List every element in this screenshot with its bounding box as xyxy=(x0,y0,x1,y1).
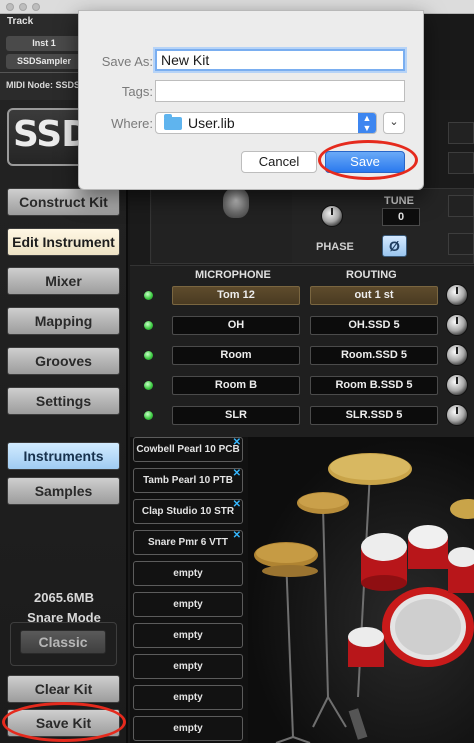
slot-label: Snare Pmr 6 VTT xyxy=(147,537,229,548)
instrument-slot[interactable]: empty xyxy=(133,654,243,679)
zoom-window-icon[interactable] xyxy=(32,3,40,11)
clear-kit-button[interactable]: Clear Kit xyxy=(7,675,120,703)
mic-routing-field[interactable]: SLR.SSD 5 xyxy=(310,406,438,425)
side-slot xyxy=(448,233,474,255)
mic-name-field[interactable]: OH xyxy=(172,316,300,335)
microphone-header: MICROPHONE xyxy=(195,269,271,281)
mic-volume-knob[interactable] xyxy=(446,344,468,366)
instrument-slot[interactable]: Cowbell Pearl 10 PCB ✕ xyxy=(133,437,243,462)
mic-volume-knob[interactable] xyxy=(446,374,468,396)
save-as-field[interactable]: New Kit xyxy=(155,49,405,71)
app-window: Track Inst 1 SSDSampler MIDI Node: SSDS … xyxy=(0,0,474,743)
save-button-highlight-ring xyxy=(318,140,418,180)
mic-name-field[interactable]: Room B xyxy=(172,376,300,395)
instrument-slot[interactable]: Tamb Pearl 10 PTB ✕ xyxy=(133,468,243,493)
remove-slot-icon[interactable]: ✕ xyxy=(233,531,241,541)
mic-volume-knob[interactable] xyxy=(446,284,468,306)
mic-name-field[interactable]: Room xyxy=(172,346,300,365)
instrument-slot[interactable]: empty xyxy=(133,685,243,710)
mic-enabled-led[interactable] xyxy=(144,321,153,330)
main-panel: R TUNE 0 PHASE Ø MICROPHONE ROUTING Tom … xyxy=(130,100,474,743)
side-slot xyxy=(448,195,474,217)
midi-node-label: MIDI Node: SSDS xyxy=(6,80,81,90)
snare-mode-button[interactable]: Classic xyxy=(20,630,106,654)
tune-label: TUNE xyxy=(384,195,414,207)
track-instrument-field[interactable]: Inst 1 xyxy=(6,36,82,51)
mic-enabled-led[interactable] xyxy=(144,411,153,420)
instrument-slot[interactable]: empty xyxy=(133,592,243,617)
tune-value[interactable]: 0 xyxy=(382,208,420,226)
where-value: User.lib xyxy=(188,115,235,131)
mic-routing-field[interactable]: OH.SSD 5 xyxy=(310,316,438,335)
expand-chevron-icon[interactable]: ⌄ xyxy=(383,112,405,134)
instrument-slot[interactable]: empty xyxy=(133,716,243,741)
slot-label: Cowbell Pearl 10 PCB xyxy=(136,444,240,455)
tags-field[interactable] xyxy=(155,80,405,102)
mic-name-field[interactable]: SLR xyxy=(172,406,300,425)
stepper-chevron-icon: ▲ ▼ xyxy=(358,113,376,133)
instrument-slot[interactable]: empty xyxy=(133,623,243,648)
side-slot xyxy=(448,152,474,174)
track-inspector: Track Inst 1 SSDSampler MIDI Node: SSDS xyxy=(0,14,82,100)
memory-usage: 2065.6MB xyxy=(34,590,94,605)
close-window-icon[interactable] xyxy=(6,3,14,11)
minimize-window-icon[interactable] xyxy=(19,3,27,11)
remove-slot-icon[interactable]: ✕ xyxy=(233,469,241,479)
tune-knob[interactable] xyxy=(321,205,343,227)
mic-enabled-led[interactable] xyxy=(144,381,153,390)
instrument-slot[interactable]: Snare Pmr 6 VTT ✕ xyxy=(133,530,243,555)
instrument-slot[interactable]: Clap Studio 10 STR ✕ xyxy=(133,499,243,524)
mixer-button[interactable]: Mixer xyxy=(7,267,120,295)
side-slot xyxy=(448,122,474,144)
instrument-slot[interactable]: empty xyxy=(133,561,243,586)
cancel-button[interactable]: Cancel xyxy=(241,151,317,173)
remove-slot-icon[interactable]: ✕ xyxy=(233,500,241,510)
phase-label: PHASE xyxy=(316,241,354,253)
mic-enabled-led[interactable] xyxy=(144,291,153,300)
routing-header: ROUTING xyxy=(346,269,397,281)
drum-kit-view[interactable] xyxy=(248,437,474,743)
instrument-preview xyxy=(152,188,292,263)
mic-volume-knob[interactable] xyxy=(446,314,468,336)
save-as-label: Save As: xyxy=(101,54,153,69)
drum-thumbnail-icon xyxy=(223,188,249,218)
mic-volume-knob[interactable] xyxy=(446,404,468,426)
save-kit-highlight-ring xyxy=(2,702,126,742)
grooves-button[interactable]: Grooves xyxy=(7,347,120,375)
slot-label: Clap Studio 10 STR xyxy=(141,506,235,517)
remove-slot-icon[interactable]: ✕ xyxy=(233,438,241,448)
construct-kit-button[interactable]: Construct Kit xyxy=(7,188,120,216)
phase-button[interactable]: Ø xyxy=(382,235,407,257)
mic-routing-field[interactable]: out 1 st xyxy=(310,286,438,305)
mapping-button[interactable]: Mapping xyxy=(7,307,120,335)
mic-name-field[interactable]: Tom 12 xyxy=(172,286,300,305)
instruments-button[interactable]: Instruments xyxy=(7,442,120,470)
folder-icon xyxy=(164,114,182,130)
instrument-slots-area: Cowbell Pearl 10 PCB ✕ Tamb Pearl 10 PTB ✕… xyxy=(130,437,474,743)
track-plugin-field[interactable]: SSDSampler xyxy=(6,54,82,69)
drum-kit-image xyxy=(254,453,474,743)
divider xyxy=(0,72,82,73)
edit-instrument-button[interactable]: Edit Instrument xyxy=(7,228,120,256)
mic-routing-field[interactable]: Room.SSD 5 xyxy=(310,346,438,365)
track-title: Track xyxy=(7,16,34,27)
mic-enabled-led[interactable] xyxy=(144,351,153,360)
where-select[interactable]: User.lib ▲ ▼ xyxy=(155,112,377,134)
where-label: Where: xyxy=(111,116,153,131)
settings-button[interactable]: Settings xyxy=(7,387,120,415)
slot-label: Tamb Pearl 10 PTB xyxy=(143,475,233,486)
samples-button[interactable]: Samples xyxy=(7,477,120,505)
mic-routing-field[interactable]: Room B.SSD 5 xyxy=(310,376,438,395)
tags-label: Tags: xyxy=(121,84,153,99)
microphone-table: MICROPHONE ROUTING Tom 12 out 1 st OH OH… xyxy=(130,265,474,437)
